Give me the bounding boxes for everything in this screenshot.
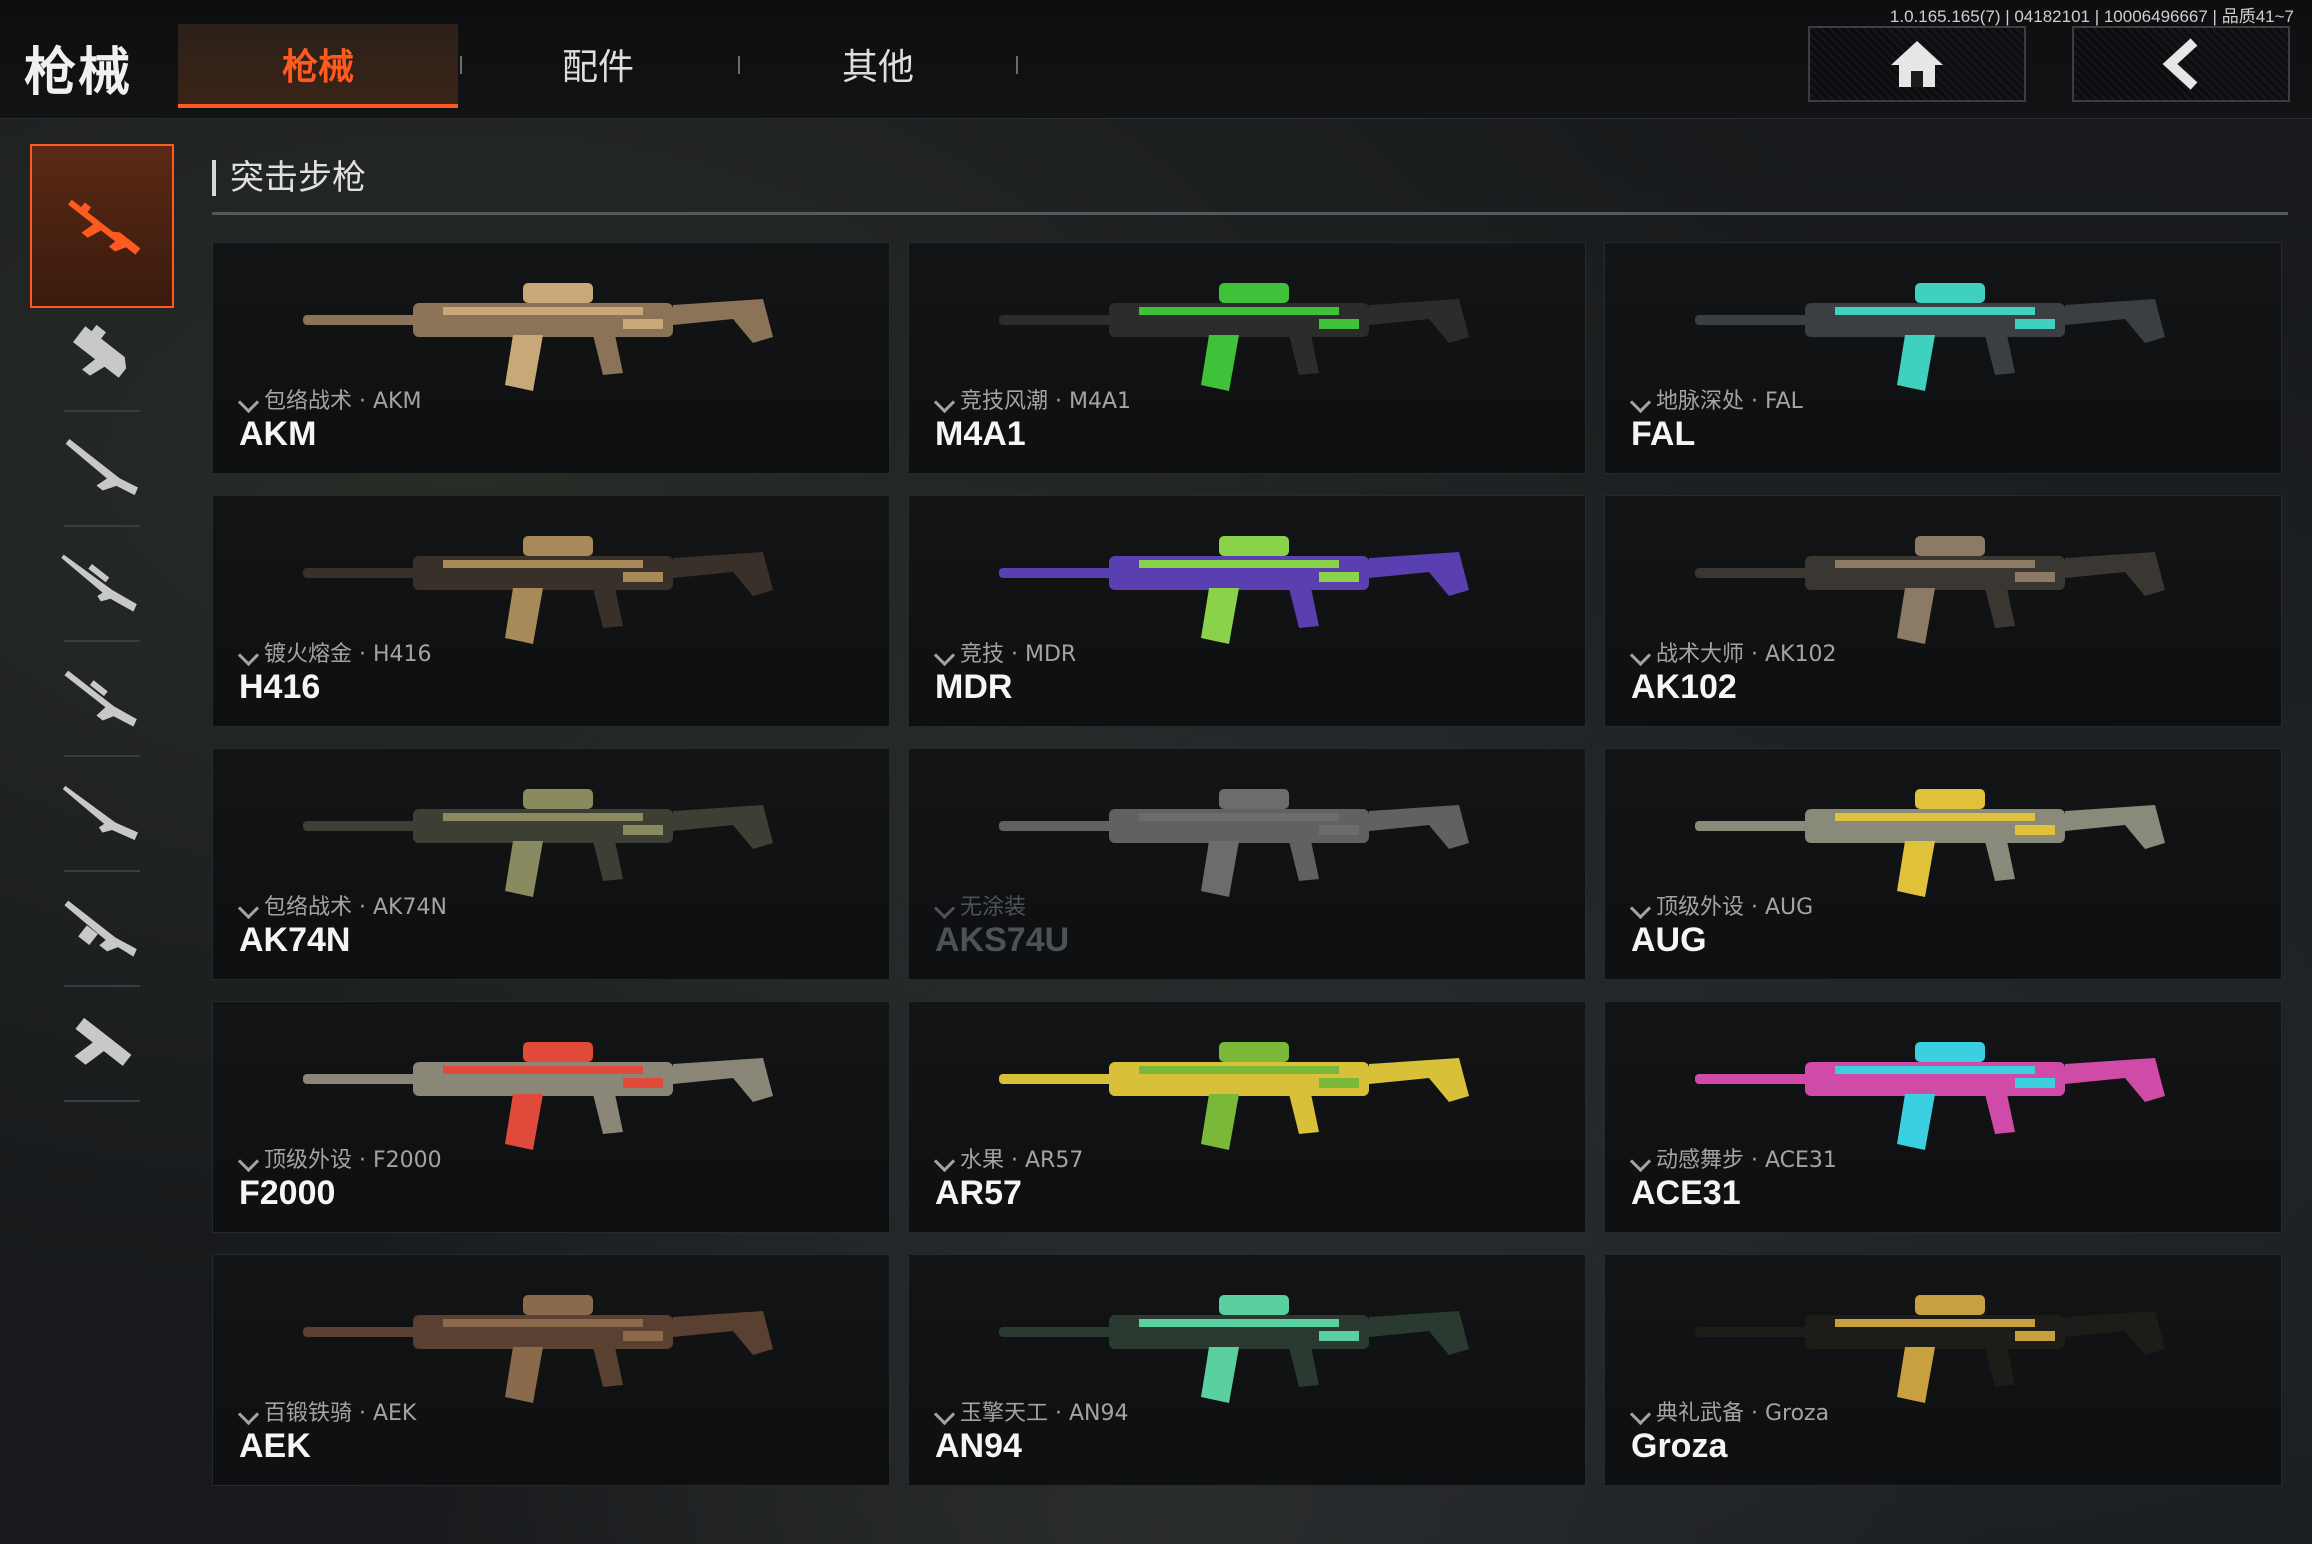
weapon-name: AUG — [1631, 921, 1707, 959]
weapon-card[interactable]: 竞技风潮 · M4A1 M4A1 — [908, 242, 1586, 474]
sidebar-divider — [64, 755, 140, 757]
pistol-icon — [74, 1017, 132, 1066]
weapon-card[interactable]: 水果 · AR57 AR57 — [908, 1001, 1586, 1233]
tab-label: 其他 — [841, 47, 914, 88]
weapon-name: AKS74U — [935, 921, 1070, 959]
sidebar-divider — [64, 525, 140, 527]
weapon-card[interactable]: 地脉深处 · FAL FAL — [1604, 242, 2282, 474]
weapon-card[interactable]: 包络战术 · AK74N AK74N — [212, 748, 890, 980]
tab-attachments[interactable]: 配件 — [458, 24, 738, 104]
tab-label: 配件 — [561, 47, 634, 88]
skin-label: 典礼武备 · Groza — [1633, 1395, 1829, 1427]
skin-label: 包络战术 · AK74N — [241, 889, 447, 921]
assault-rifle-icon — [68, 199, 141, 255]
smg-icon — [73, 324, 127, 378]
weapon-name: FAL — [1631, 415, 1696, 453]
weapon-card[interactable]: 包络战术 · AKM AKM — [212, 242, 890, 474]
version-text: 1.0.165.165(7) | 04182101 | 10006496667 … — [1889, 7, 2294, 26]
weapon-image — [999, 789, 1469, 897]
home-icon — [1891, 41, 1943, 87]
weapon-name: H416 — [239, 668, 321, 706]
skin-label: 玉擎天工 · AN94 — [937, 1395, 1128, 1427]
top-bar: 1.0.165.165(7) | 04182101 | 10006496667 … — [0, 0, 2312, 119]
weapon-card[interactable]: 战术大师 · AK102 AK102 — [1604, 495, 2282, 727]
skin-label: 顶级外设 · F2000 — [241, 1142, 442, 1174]
section-title: 突击步枪 — [212, 160, 366, 196]
weapon-name: ACE31 — [1631, 1174, 1741, 1212]
weapon-card[interactable]: 竞技 · MDR MDR — [908, 495, 1586, 727]
weapon-card[interactable]: 顶级外设 · AUG AUG — [1604, 748, 2282, 980]
tab-other[interactable]: 其他 — [738, 24, 1018, 104]
rifle-icon — [62, 785, 139, 841]
lmg-icon — [64, 900, 137, 957]
weapon-name: AN94 — [935, 1427, 1022, 1465]
sidebar-item-sniper-rifle[interactable] — [30, 528, 170, 638]
tab-divider — [1016, 56, 1018, 74]
sidebar-item-lmg[interactable] — [30, 873, 170, 983]
sidebar-divider — [64, 410, 140, 412]
tab-label: 枪械 — [281, 47, 354, 88]
weapon-card[interactable]: 玉擎天工 · AN94 AN94 — [908, 1254, 1586, 1486]
weapon-card[interactable]: 镀火熔金 · H416 H416 — [212, 495, 890, 727]
skin-label: 镀火熔金 · H416 — [241, 636, 432, 668]
weapon-name: AEK — [239, 1427, 311, 1465]
sidebar-item-shotgun[interactable] — [30, 413, 170, 523]
skin-label: 地脉深处 · FAL — [1633, 383, 1803, 415]
skin-label: 百锻铁骑 · AEK — [241, 1395, 416, 1427]
skin-label: 动感舞步 · ACE31 — [1633, 1142, 1837, 1174]
marksman-rifle-icon — [64, 670, 137, 727]
section-divider — [212, 212, 2288, 215]
weapon-name: AKM — [239, 415, 317, 453]
sniper-rifle-icon — [61, 554, 137, 612]
weapon-name: M4A1 — [935, 415, 1026, 453]
weapon-name: F2000 — [239, 1174, 336, 1212]
weapon-card[interactable]: 顶级外设 · F2000 F2000 — [212, 1001, 890, 1233]
back-button[interactable] — [2072, 26, 2290, 102]
weapon-name: Groza — [1631, 1427, 1728, 1465]
sidebar-item-assault-rifle[interactable] — [30, 144, 174, 308]
skin-label: 水果 · AR57 — [937, 1142, 1083, 1174]
sidebar-divider — [64, 640, 140, 642]
weapon-card[interactable]: 典礼武备 · Groza Groza — [1604, 1254, 2282, 1486]
skin-label: 战术大师 · AK102 — [1633, 636, 1836, 668]
sidebar-divider — [64, 985, 140, 987]
weapon-category-sidebar — [0, 118, 196, 1544]
weapon-name: MDR — [935, 668, 1013, 706]
page-title: 枪械 — [24, 43, 133, 103]
sidebar-item-rifle[interactable] — [30, 758, 170, 868]
skin-label: 包络战术 · AKM — [241, 383, 421, 415]
weapon-name: AK74N — [239, 921, 351, 959]
sidebar-item-smg[interactable] — [30, 298, 170, 408]
weapon-card[interactable]: 动感舞步 · ACE31 ACE31 — [1604, 1001, 2282, 1233]
home-button[interactable] — [1808, 26, 2026, 102]
sidebar-item-pistol[interactable] — [30, 988, 170, 1098]
sidebar-item-marksman-rifle[interactable] — [30, 643, 170, 753]
tab-guns[interactable]: 枪械 — [178, 24, 458, 108]
back-icon — [2162, 38, 2198, 90]
skin-label: 无涂装 — [937, 889, 1026, 921]
weapon-name: AK102 — [1631, 668, 1737, 706]
sidebar-divider — [64, 1100, 140, 1102]
skin-label: 顶级外设 · AUG — [1633, 889, 1813, 921]
shotgun-icon — [65, 438, 139, 496]
skin-label: 竞技 · MDR — [937, 636, 1076, 668]
weapon-card[interactable]: 百锻铁骑 · AEK AEK — [212, 1254, 890, 1486]
skin-label: 竞技风潮 · M4A1 — [937, 383, 1131, 415]
sidebar-divider — [64, 870, 140, 872]
weapon-card[interactable]: 无涂装 AKS74U — [908, 748, 1586, 980]
weapon-name: AR57 — [935, 1174, 1022, 1212]
